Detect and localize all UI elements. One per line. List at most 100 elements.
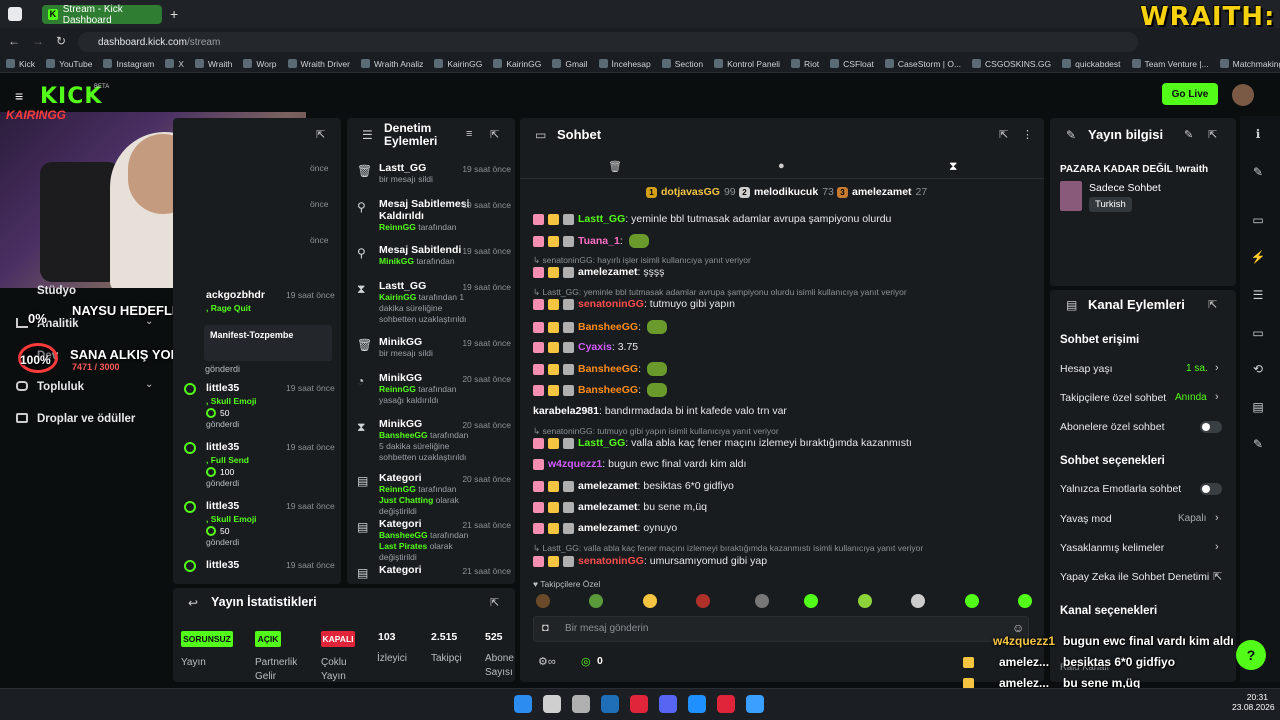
popout-icon[interactable]: ⇱	[1208, 128, 1217, 141]
popout-icon[interactable]: ⇱	[999, 128, 1008, 141]
chat-username[interactable]: amelezamet	[578, 522, 638, 534]
popout-icon[interactable]: ⇱	[490, 128, 499, 141]
account-age-value[interactable]: 1 sa.	[1186, 363, 1208, 374]
emote-icon[interactable]	[911, 594, 925, 608]
go-live-button[interactable]: Go Live	[1162, 83, 1218, 105]
bookmark-item[interactable]: Riot	[791, 59, 819, 69]
new-tab-icon[interactable]: +	[170, 6, 178, 22]
bookmark-item[interactable]: YouTube	[46, 59, 92, 69]
bookmark-item[interactable]: Matchmaking	[1219, 59, 1280, 69]
chat-username[interactable]: karabela2981	[533, 405, 599, 417]
popout-icon[interactable]: ⇱	[490, 596, 499, 609]
bookmark-item[interactable]: CaseStorm | O...	[884, 59, 961, 69]
emote-icon[interactable]	[643, 594, 657, 608]
chat-bubble-icon[interactable]: ●	[778, 160, 785, 172]
edit-icon[interactable]: ✎	[1250, 165, 1266, 181]
bookmark-item[interactable]: Instagram	[103, 59, 154, 69]
forward-icon[interactable]: →	[32, 34, 44, 48]
bookmark-item[interactable]: X	[165, 59, 184, 69]
chat-username[interactable]: senatoninGG	[578, 555, 644, 567]
popout-icon[interactable]: ⇱	[316, 128, 325, 141]
brave-icon[interactable]	[717, 695, 735, 713]
bookmark-item[interactable]: CSFloat	[830, 59, 874, 69]
sync-icon[interactable]: ⟲	[1250, 362, 1266, 378]
chat-username[interactable]: amelezamet	[578, 266, 638, 278]
bookmark-item[interactable]: İncehesap	[598, 59, 651, 69]
hamburger-icon[interactable]: ≡	[15, 88, 23, 104]
chat-username[interactable]: senatoninGG	[578, 298, 644, 310]
bolt-icon[interactable]: ⚡	[1250, 250, 1266, 266]
chat-username[interactable]: BansheeGG	[578, 321, 638, 333]
banned-words-label[interactable]: Yasaklanmış kelimeler	[1060, 542, 1164, 554]
emote-icon[interactable]	[696, 594, 710, 608]
leader-name[interactable]: melodikucuk	[754, 186, 818, 198]
layout-icon[interactable]: ▭	[1250, 213, 1266, 229]
subs-chat-toggle[interactable]	[1200, 421, 1222, 433]
bookmark-item[interactable]: Team Venture |...	[1131, 59, 1209, 69]
emote-only-toggle[interactable]	[1200, 483, 1222, 495]
emoji-icon[interactable]: ☺	[1012, 621, 1024, 635]
sidebar-item-studio[interactable]: Stüdyo	[37, 285, 76, 297]
slow-mode-label[interactable]: Yavaş mod	[1060, 513, 1112, 525]
sidebar-item-community[interactable]: Topluluk	[37, 381, 84, 393]
bookmark-item[interactable]: Kick	[6, 59, 35, 69]
chevron-right-icon[interactable]: ›	[1215, 541, 1219, 553]
emote-icon[interactable]	[804, 594, 818, 608]
bookmark-item[interactable]: Worp	[243, 59, 277, 69]
chevron-right-icon[interactable]: ›	[1215, 512, 1219, 524]
emote-icon[interactable]	[589, 594, 603, 608]
panel-icon[interactable]: ▤	[1250, 400, 1266, 416]
bookmark-item[interactable]: Wraith	[194, 59, 232, 69]
help-icon[interactable]: ?	[1236, 640, 1266, 670]
emote-icon[interactable]	[1018, 594, 1032, 608]
chevron-right-icon[interactable]: ›	[1215, 391, 1219, 403]
chat-username[interactable]: Cyaxis	[578, 341, 612, 353]
emote-icon[interactable]	[965, 594, 979, 608]
app-icon[interactable]	[746, 695, 764, 713]
bookmark-item[interactable]: Wraith Driver	[287, 59, 350, 69]
bookmark-item[interactable]: Gmail	[552, 59, 588, 69]
chevron-down-icon[interactable]: ⌄	[145, 379, 153, 390]
browser-menu-icon[interactable]	[8, 7, 22, 21]
user-avatar[interactable]	[1232, 84, 1254, 106]
bookmark-item[interactable]: Kontrol Paneli	[714, 59, 780, 69]
browser-tab[interactable]: K Stream - Kick Dashboard	[42, 4, 162, 26]
chat-username[interactable]: Tuana_1	[578, 235, 620, 247]
reload-icon[interactable]: ↻	[56, 34, 66, 48]
emote-icon[interactable]	[536, 594, 550, 608]
back-icon[interactable]: ←	[8, 34, 20, 48]
chat-username[interactable]: BansheeGG	[578, 363, 638, 375]
address-bar[interactable]: dashboard.kick.com/stream	[78, 32, 1138, 52]
chrome-icon[interactable]	[572, 695, 590, 713]
bookmark-item[interactable]: KairinGG	[493, 59, 541, 69]
chevron-right-icon[interactable]: ›	[1215, 362, 1219, 374]
emote-icon[interactable]	[755, 594, 769, 608]
chat-username[interactable]: Lastt_GG	[578, 213, 625, 225]
filter-icon[interactable]: ≡	[466, 128, 472, 140]
discord-icon[interactable]	[659, 695, 677, 713]
list-icon[interactable]: ☰	[1250, 288, 1266, 304]
chat-username[interactable]: amelezamet	[578, 480, 638, 492]
settings-icon[interactable]: ⚙∞	[538, 655, 556, 668]
leader-name[interactable]: amelezamet	[852, 186, 912, 198]
edit-icon[interactable]: ✎	[1184, 128, 1193, 141]
tools-icon[interactable]: ✎	[1250, 437, 1266, 453]
bookmark-item[interactable]: CSGOSKINS.GG	[972, 59, 1051, 69]
bookmark-item[interactable]: Section	[661, 59, 703, 69]
chat-username[interactable]: BansheeGG	[578, 384, 638, 396]
bookmark-item[interactable]: Wraith Analiz	[360, 59, 423, 69]
sidebar-item-drops[interactable]: Droplar ve ödüller	[37, 413, 135, 425]
emote-icon[interactable]	[858, 594, 872, 608]
external-link-icon[interactable]: ⇱	[1213, 570, 1222, 583]
steam-icon[interactable]	[601, 695, 619, 713]
followers-chat-label[interactable]: Takipçilere özel sohbet	[1060, 392, 1166, 404]
followers-chat-value[interactable]: Anında	[1175, 392, 1207, 403]
chat-username[interactable]: w4zquezz1	[548, 458, 602, 470]
vivaldi-icon[interactable]	[630, 695, 648, 713]
search-icon[interactable]	[543, 695, 561, 713]
popout-icon[interactable]: ⇱	[1208, 298, 1217, 311]
leader-name[interactable]: dotjavasGG	[661, 186, 720, 198]
slow-mode-value[interactable]: Kapalı	[1178, 513, 1206, 524]
account-age-label[interactable]: Hesap yaşı	[1060, 363, 1113, 375]
chat-icon[interactable]: ▭	[1250, 326, 1266, 342]
